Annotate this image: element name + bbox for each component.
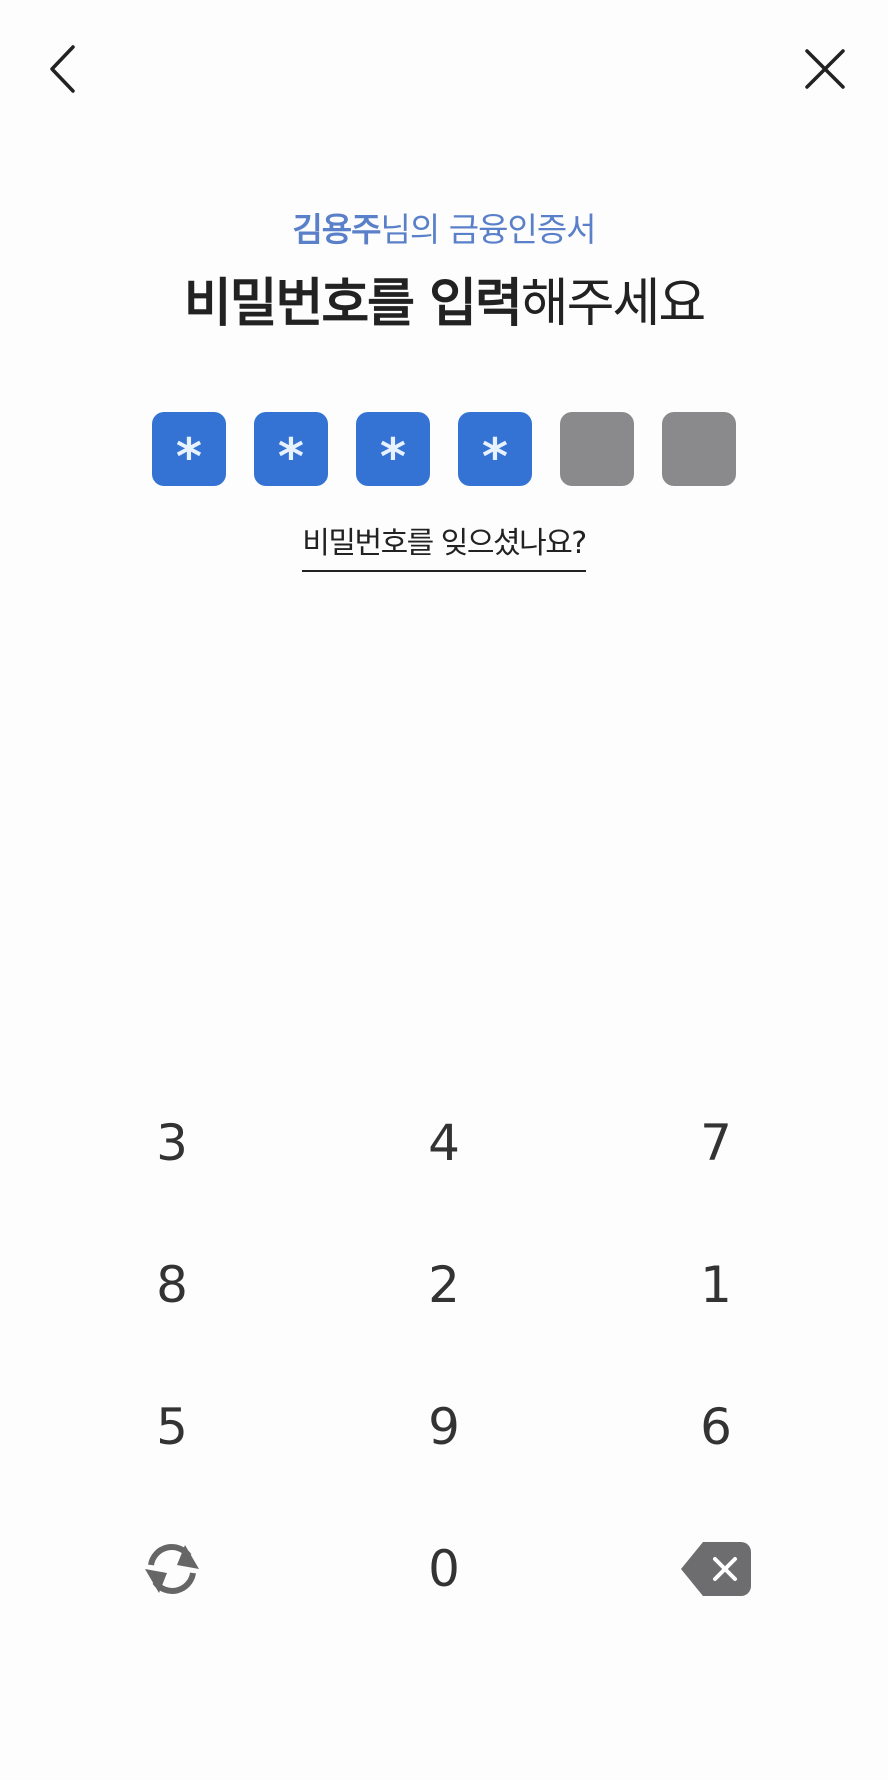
title-rest: 해주세요 xyxy=(520,274,706,334)
subtitle-text: 님의 금융인증서 xyxy=(380,210,597,249)
page-title: 비밀번호를 입력해주세요 xyxy=(0,269,888,339)
title-strong: 비밀번호를 입력 xyxy=(183,274,523,334)
key-7[interactable]: 7 xyxy=(580,1072,852,1214)
header: 김용주님의 금융인증서 비밀번호를 입력해주세요 xyxy=(0,205,888,339)
pin-digit-filled: * xyxy=(356,412,430,486)
key-2[interactable]: 2 xyxy=(308,1214,580,1356)
key-9[interactable]: 9 xyxy=(308,1356,580,1498)
forgot-password-link[interactable]: 비밀번호를 잊으셨나요? xyxy=(302,518,587,572)
pin-indicator: * * * * xyxy=(0,412,888,486)
chevron-left-icon xyxy=(50,45,75,93)
key-4[interactable]: 4 xyxy=(308,1072,580,1214)
top-bar xyxy=(0,0,888,140)
pin-digit-filled: * xyxy=(254,412,328,486)
refresh-icon xyxy=(145,1544,199,1594)
certificate-owner-subtitle: 김용주님의 금융인증서 xyxy=(0,205,888,255)
backspace-icon xyxy=(681,1542,751,1596)
key-6[interactable]: 6 xyxy=(580,1356,852,1498)
shuffle-keypad-button[interactable] xyxy=(36,1498,308,1640)
close-icon xyxy=(805,49,845,89)
pin-digit-filled: * xyxy=(152,412,226,486)
pin-digit-empty xyxy=(662,412,736,486)
key-1[interactable]: 1 xyxy=(580,1214,852,1356)
key-8[interactable]: 8 xyxy=(36,1214,308,1356)
pin-digit-filled: * xyxy=(458,412,532,486)
number-keypad: 3 4 7 8 2 1 5 9 6 0 xyxy=(36,1072,852,1640)
delete-button[interactable] xyxy=(580,1498,852,1640)
forgot-password-row: 비밀번호를 잊으셨나요? xyxy=(0,518,888,572)
pin-digit-empty xyxy=(560,412,634,486)
key-0[interactable]: 0 xyxy=(308,1498,580,1640)
user-name: 김용주 xyxy=(292,210,381,249)
back-button[interactable] xyxy=(18,24,108,114)
key-3[interactable]: 3 xyxy=(36,1072,308,1214)
key-5[interactable]: 5 xyxy=(36,1356,308,1498)
close-button[interactable] xyxy=(780,24,870,114)
